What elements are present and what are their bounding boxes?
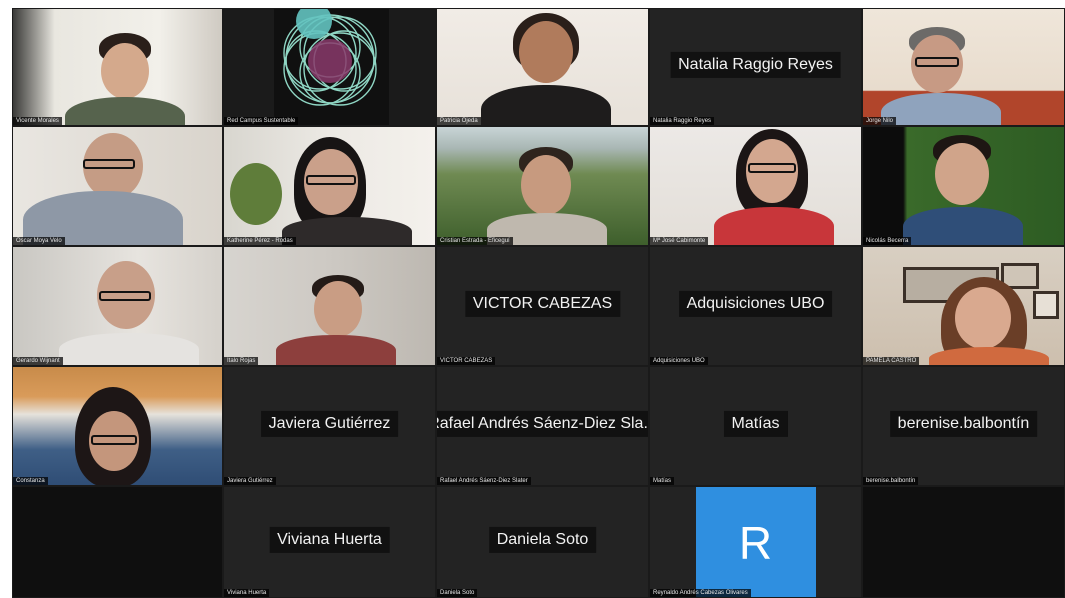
participant-video <box>437 127 648 245</box>
participant-name: Constanza <box>13 477 48 485</box>
shirt-shape <box>282 217 412 245</box>
participant-name: Rafael Andrés Sáenz-Diez Slater <box>437 477 531 485</box>
participant-video <box>13 127 222 245</box>
face-shape <box>521 155 571 215</box>
participant-name: Gerardo Wijnant <box>13 357 63 365</box>
participant-video <box>224 127 435 245</box>
shirt-shape <box>903 207 1023 245</box>
glasses-shape <box>306 175 356 185</box>
participant-tile[interactable]: Adquisiciones UBO Adquisiciones UBO <box>649 246 862 366</box>
participant-video <box>863 247 1064 365</box>
participant-display-name: VICTOR CABEZAS <box>464 290 621 317</box>
participant-grid: Vicente Morales Red Campus Sustentable P… <box>12 8 1065 598</box>
face-shape <box>101 43 149 99</box>
face-shape <box>519 21 573 83</box>
participant-tile[interactable]: Natalia Raggio Reyes Natalia Raggio Reye… <box>649 8 862 126</box>
participant-name: Matías <box>650 477 675 485</box>
participant-name: berenise.balbontín <box>863 477 919 485</box>
empty-tile <box>862 486 1065 598</box>
shirt-shape <box>929 347 1049 365</box>
glasses-shape <box>83 159 135 169</box>
face-shape <box>955 287 1011 349</box>
shirt-shape <box>481 85 611 125</box>
participant-tile[interactable]: berenise.balbontín berenise.balbontín <box>862 366 1065 486</box>
participant-logo <box>224 9 435 125</box>
participant-tile[interactable]: Italo Rojas <box>223 246 436 366</box>
participant-tile[interactable]: Jorge Nilo <box>862 8 1065 126</box>
participant-tile[interactable]: Vicente Morales <box>12 8 223 126</box>
face-shape <box>314 281 362 337</box>
participant-tile[interactable]: Oscar Moya Velo <box>12 126 223 246</box>
participant-video <box>650 127 861 245</box>
participant-video <box>13 367 222 485</box>
participant-name: Katherine Pérez - Rodas <box>224 237 296 245</box>
participant-name: PAMELA CASTRO <box>863 357 920 365</box>
participant-tile[interactable]: Katherine Pérez - Rodas <box>223 126 436 246</box>
participant-tile[interactable]: Patricia Ojeda <box>436 8 649 126</box>
participant-tile[interactable]: PAMELA CASTRO <box>862 246 1065 366</box>
participant-tile[interactable]: Cristian Estrada - Eficeguí <box>436 126 649 246</box>
avatar: R <box>695 487 816 597</box>
glasses-shape <box>91 435 137 445</box>
participant-display-name: Rafael Andrés Sáenz-Diez Sla... <box>437 410 648 437</box>
jacket-shape <box>881 93 1001 125</box>
participant-name: Vicente Morales <box>13 117 62 125</box>
participant-name: Patricia Ojeda <box>437 117 481 125</box>
participant-display-name: Matías <box>723 410 788 437</box>
participant-tile[interactable]: Rafael Andrés Sáenz-Diez Sla... Rafael A… <box>436 366 649 486</box>
shirt-shape <box>276 335 396 365</box>
participant-tile[interactable]: Daniela Soto Daniela Soto <box>436 486 649 598</box>
participant-name: Javiera Gutiérrez <box>224 477 276 485</box>
glasses-shape <box>748 163 796 173</box>
participant-video <box>863 9 1064 125</box>
participant-video <box>437 9 648 125</box>
participant-name: Adquisiciones UBO <box>650 357 708 365</box>
participant-name: VICTOR CABEZAS <box>437 357 496 365</box>
avatar-initial: R <box>738 517 773 569</box>
participant-name: Daniela Soto <box>437 589 478 597</box>
participant-tile[interactable]: Gerardo Wijnant <box>12 246 223 366</box>
plant-shape <box>230 163 282 225</box>
glasses-shape <box>99 291 151 301</box>
participant-display-name: Javiera Gutiérrez <box>260 410 399 437</box>
participant-tile[interactable]: Mª José Cabimonte <box>649 126 862 246</box>
meeting-gallery: Vicente Morales Red Campus Sustentable P… <box>12 8 1065 598</box>
blouse-shape <box>714 207 834 245</box>
participant-tile[interactable]: Viviana Huerta Viviana Huerta <box>223 486 436 598</box>
participant-name: Italo Rojas <box>224 357 259 365</box>
shirt-shape <box>65 97 185 125</box>
participant-display-name: Natalia Raggio Reyes <box>670 51 841 78</box>
participant-name: Oscar Moya Velo <box>13 237 65 245</box>
empty-tile <box>12 486 223 598</box>
participant-name: Mª José Cabimonte <box>650 237 709 245</box>
participant-tile[interactable]: Red Campus Sustentable <box>223 8 436 126</box>
participant-video <box>224 247 435 365</box>
participant-name: Viviana Huerta <box>224 589 270 597</box>
participant-tile[interactable]: Matías Matías <box>649 366 862 486</box>
participant-name: Natalia Raggio Reyes <box>650 117 715 125</box>
participant-name: Nicolás Becerra <box>863 237 912 245</box>
participant-name: Jorge Nilo <box>863 117 897 125</box>
glasses-shape <box>915 57 959 67</box>
face-shape <box>935 143 989 205</box>
participant-name: Reynaldo Andrés Cabezas Olivares <box>650 589 751 597</box>
participant-tile[interactable]: Javiera Gutiérrez Javiera Gutiérrez <box>223 366 436 486</box>
participant-video <box>863 127 1064 245</box>
participant-tile[interactable]: VICTOR CABEZAS VICTOR CABEZAS <box>436 246 649 366</box>
participant-tile[interactable]: R Reynaldo Andrés Cabezas Olivares <box>649 486 862 598</box>
participant-video <box>13 247 222 365</box>
participant-tile[interactable]: Constanza <box>12 366 223 486</box>
participant-display-name: Daniela Soto <box>488 526 597 553</box>
wall-picture-shape <box>1033 291 1059 319</box>
campus-logo-icon <box>274 9 389 125</box>
participant-display-name: Adquisiciones UBO <box>678 290 833 317</box>
shirt-shape <box>59 333 199 365</box>
participant-name: Red Campus Sustentable <box>224 117 299 125</box>
participant-display-name: Viviana Huerta <box>269 526 390 553</box>
participant-tile[interactable]: Nicolás Becerra <box>862 126 1065 246</box>
participant-name: Cristian Estrada - Eficeguí <box>437 237 513 245</box>
participant-display-name: berenise.balbontín <box>889 410 1038 437</box>
participant-video <box>13 9 222 125</box>
